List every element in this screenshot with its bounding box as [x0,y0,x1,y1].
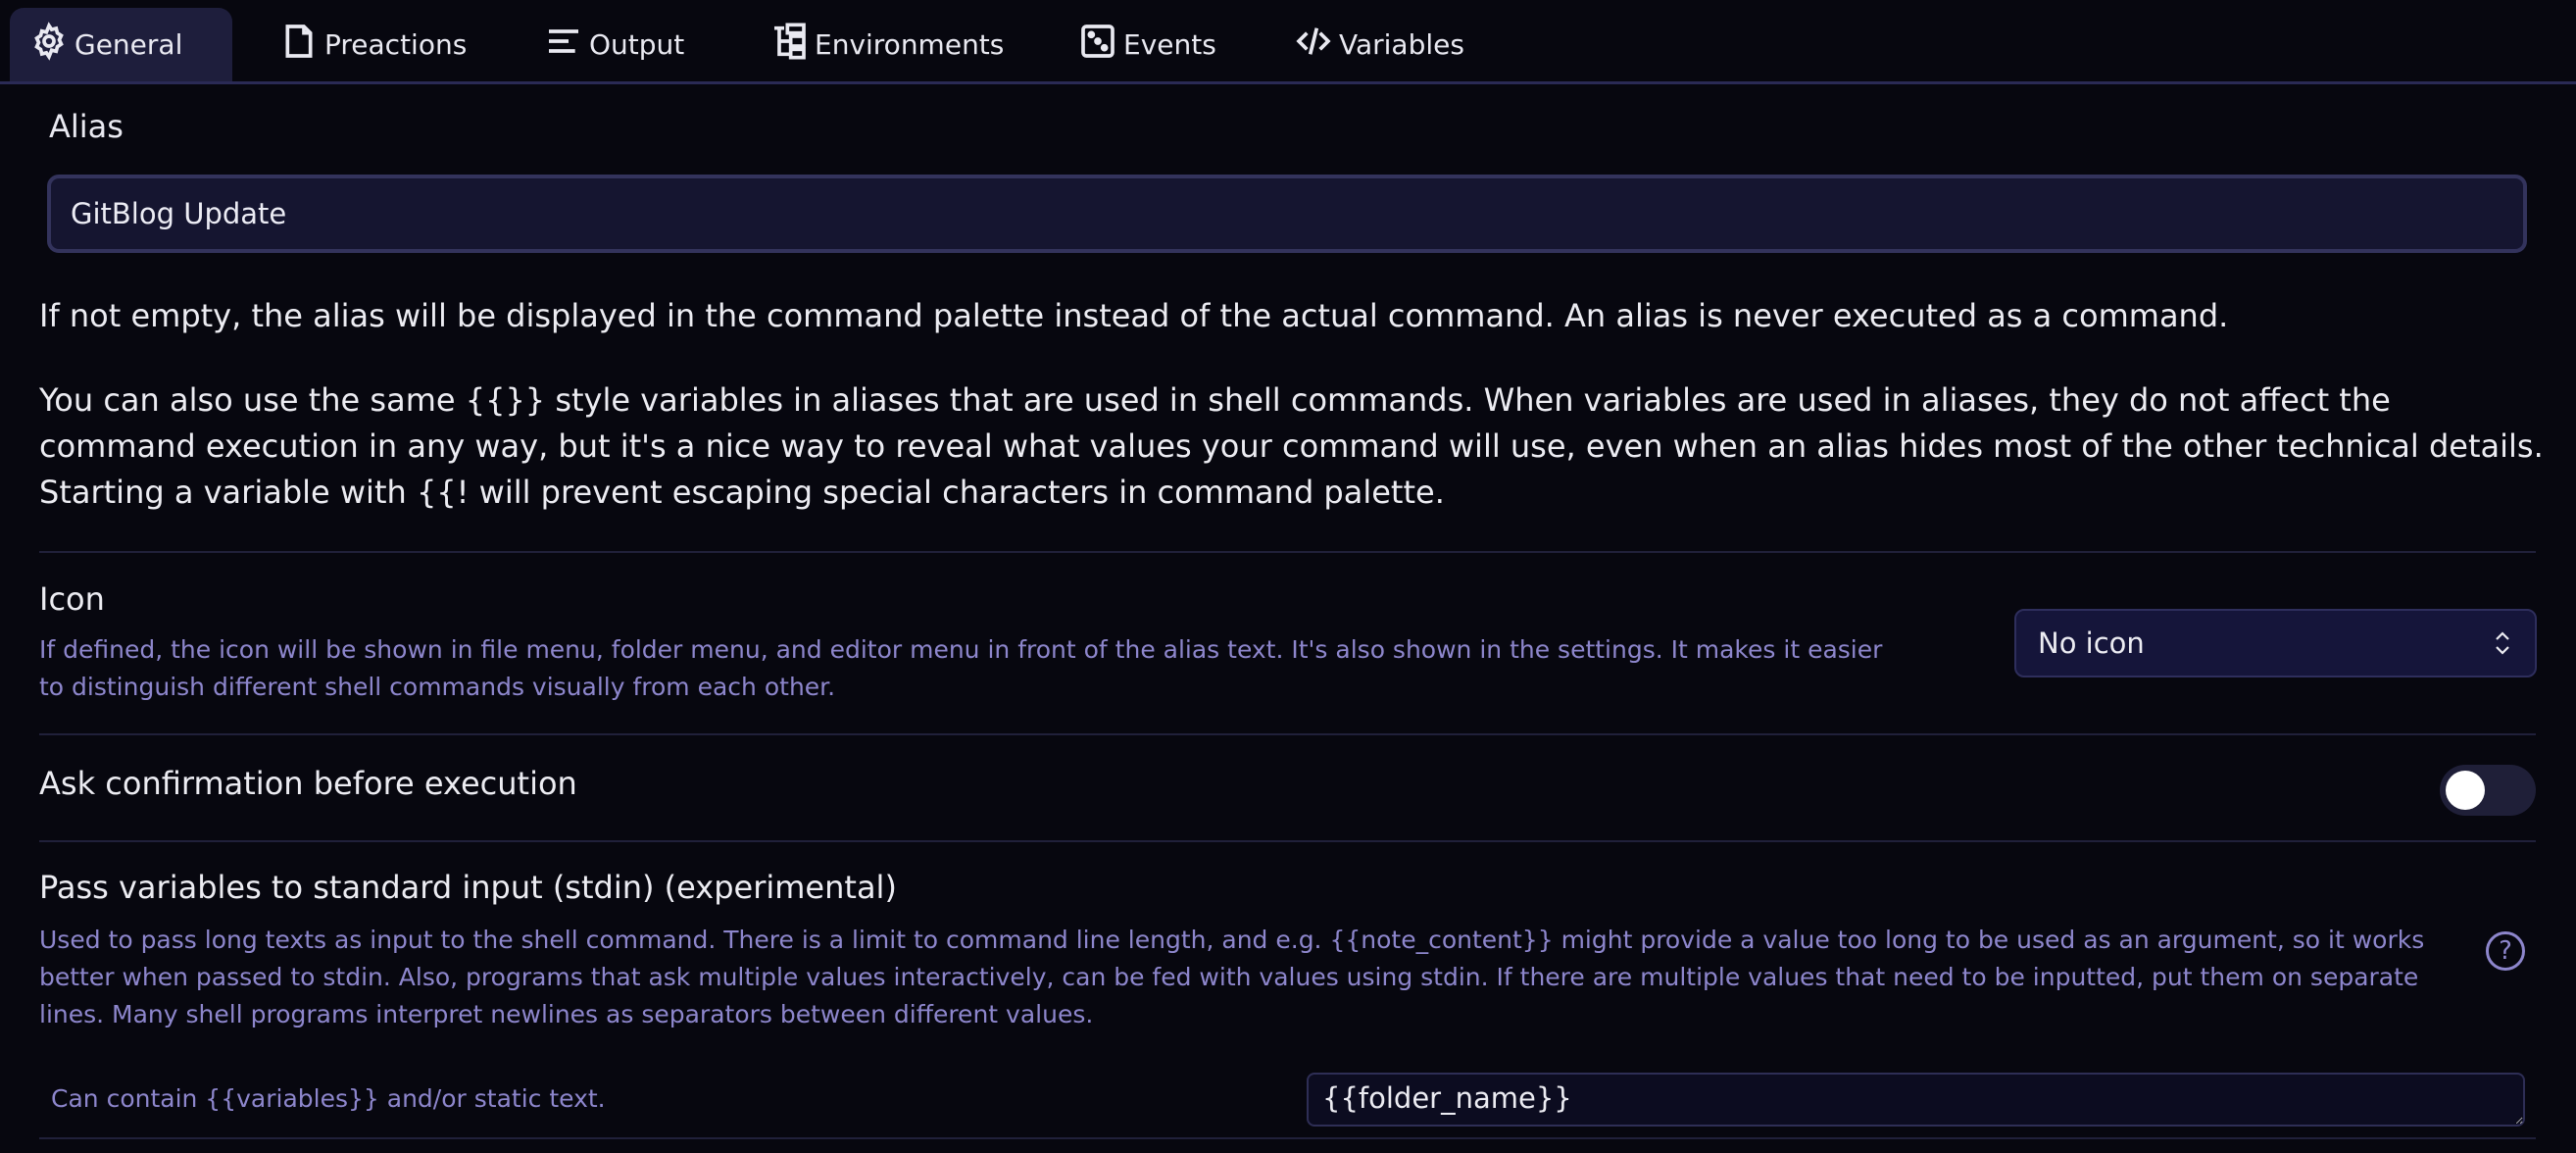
tab-label: Output [589,28,685,61]
toggle-knob [2446,771,2485,810]
tab-label: Events [1123,28,1216,61]
tab-label: Environments [815,28,1005,61]
tab-general[interactable]: General [10,8,232,81]
divider [39,733,2536,735]
tab-label: Preactions [324,28,468,61]
document-icon [279,22,319,68]
icon-select-value: No icon [2038,627,2145,660]
tab-preactions[interactable]: Preactions [260,8,486,81]
dice-icon [1078,22,1117,68]
confirmation-toggle[interactable] [2440,765,2536,816]
tab-variables[interactable]: Variables [1274,8,1484,81]
tab-output[interactable]: Output [524,8,704,81]
code-icon [1294,22,1333,68]
icon-setting-title: Icon [39,580,105,618]
alias-description: If not empty, the alias will be displaye… [39,297,2229,334]
confirmation-title: Ask confirmation before execution [39,765,577,802]
tree-icon [769,22,809,68]
divider [39,1137,2536,1139]
icon-setting-description: If defined, the icon will be shown in fi… [39,635,1883,701]
divider [39,551,2536,553]
alias-variables-description: You can also use the same {{}} style var… [39,381,2544,511]
stdin-textarea[interactable]: {{folder_name}} [1307,1073,2525,1127]
chevron-up-down-icon [2496,631,2509,655]
stdin-description: Used to pass long texts as input to the … [39,926,2425,1028]
tab-events[interactable]: Events [1059,8,1236,81]
alias-input[interactable] [47,175,2527,253]
gear-icon [29,22,69,68]
help-icon[interactable]: ? [2486,931,2525,971]
icon-select[interactable]: No icon [2014,609,2537,677]
tab-environments[interactable]: Environments [750,8,1023,81]
align-left-icon [544,22,583,68]
tab-label: General [74,28,183,61]
stdin-title: Pass variables to standard input (stdin)… [39,869,897,906]
alias-heading: Alias [49,108,124,145]
divider [39,840,2536,842]
tab-label: Variables [1339,28,1464,61]
tab-bar: General Preactions Output Environments E… [0,0,2576,84]
stdin-field-label: Can contain {{variables}} and/or static … [51,1084,606,1113]
